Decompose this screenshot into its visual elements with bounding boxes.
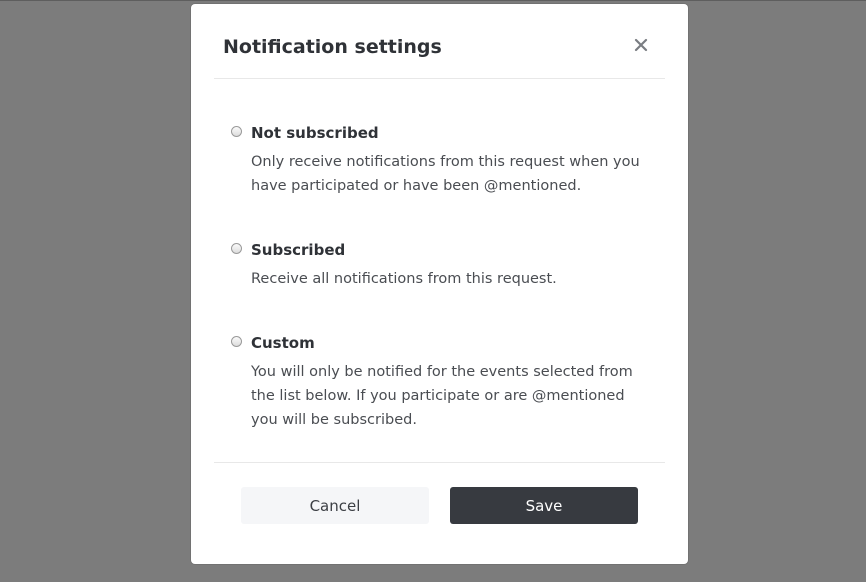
footer-divider <box>214 462 665 463</box>
close-icon <box>634 38 648 52</box>
radio-custom[interactable] <box>231 336 242 347</box>
save-button[interactable]: Save <box>450 487 638 524</box>
option-label: Subscribed <box>251 241 346 259</box>
dialog-header: Notification settings <box>214 4 665 79</box>
page-top-edge <box>0 0 866 1</box>
radio-not-subscribed[interactable] <box>231 126 242 137</box>
cancel-button[interactable]: Cancel <box>241 487 429 524</box>
radio-subscribed[interactable] <box>231 243 242 254</box>
option-description: Receive all notifications from this requ… <box>251 271 557 287</box>
notification-settings-dialog: Notification settings Not subscribed Onl… <box>191 4 688 564</box>
dialog-title: Notification settings <box>223 36 442 58</box>
option-description: You will only be notified for the events… <box>251 364 633 428</box>
close-button[interactable] <box>630 34 652 56</box>
option-label: Custom <box>251 334 315 352</box>
option-label: Not subscribed <box>251 124 379 142</box>
option-description: Only receive notifications from this req… <box>251 154 640 194</box>
